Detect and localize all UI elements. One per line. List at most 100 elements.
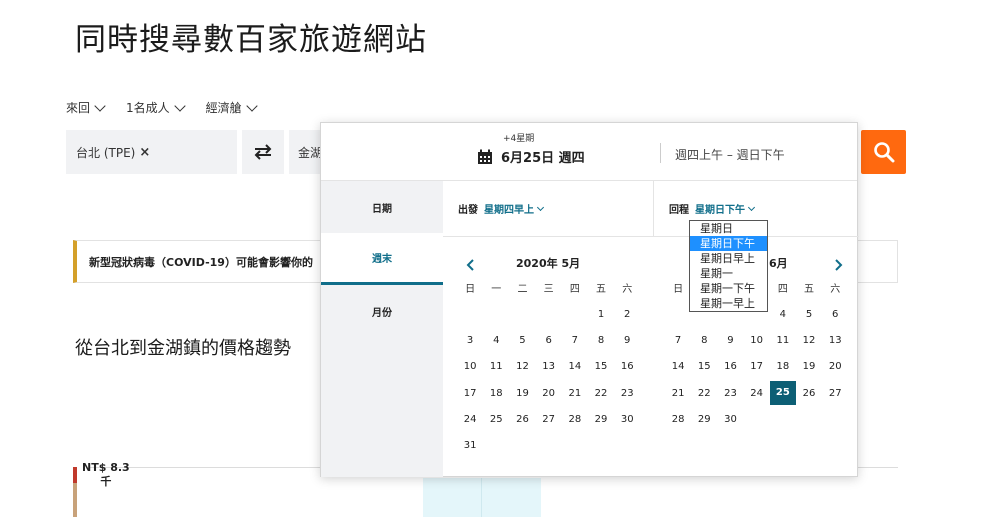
calendar-day[interactable]: 19	[509, 388, 535, 399]
calendar-day[interactable]: 14	[562, 361, 588, 372]
calendar-day[interactable]: 12	[509, 361, 535, 372]
dropdown-option[interactable]: 星期一下午	[690, 281, 767, 296]
tab-weekend-label: 週末	[372, 254, 392, 265]
calendar-day[interactable]: 24	[744, 388, 770, 399]
tab-dates[interactable]: 日期	[321, 181, 443, 233]
calendar-day[interactable]: 23	[717, 388, 743, 399]
calendar-day[interactable]: 3	[457, 335, 483, 346]
dropdown-option[interactable]: 星期一	[690, 266, 767, 281]
calendar-day[interactable]: 5	[509, 335, 535, 346]
destination-value: 金湖	[298, 145, 323, 160]
calendar-day[interactable]: 7	[562, 335, 588, 346]
calendar-day[interactable]: 16	[717, 361, 743, 372]
calendar-day[interactable]: 8	[691, 335, 717, 346]
return-time-dropdown-list: 星期日 星期日下午 星期日早上 星期一 星期一下午 星期一早上	[689, 220, 768, 312]
travelers-dropdown[interactable]: 1名成人	[126, 99, 186, 116]
chevron-down-icon	[173, 99, 186, 112]
calendar-day[interactable]: 18	[770, 361, 796, 372]
calendar-day[interactable]: 10	[457, 361, 483, 372]
calendar-day[interactable]: 17	[744, 361, 770, 372]
calendar-day[interactable]: 11	[770, 335, 796, 346]
calendar-day[interactable]: 22	[691, 388, 717, 399]
calendar-day[interactable]: 23	[614, 388, 640, 399]
dropdown-option[interactable]: 星期日早上	[690, 251, 767, 266]
divider	[653, 181, 654, 236]
calendar-day[interactable]: 27	[822, 388, 848, 399]
dropdown-option[interactable]: 星期一早上	[690, 296, 767, 311]
search-icon	[873, 142, 894, 163]
next-month-button[interactable]	[832, 256, 844, 271]
calendar-day[interactable]: 25	[769, 381, 796, 406]
calendar-day[interactable]: 9	[717, 335, 743, 346]
chevron-down-icon	[246, 99, 258, 112]
depart-time-value: 星期四早上	[484, 205, 534, 216]
weekday-label: 日	[465, 283, 476, 295]
calendar-day[interactable]: 27	[536, 414, 562, 425]
calendar-day[interactable]: 14	[665, 361, 691, 372]
calendar-day[interactable]: 13	[822, 335, 848, 346]
calendar-day[interactable]: 1	[588, 309, 614, 320]
calendar-day[interactable]: 26	[509, 414, 535, 425]
calendar-day[interactable]: 5	[796, 309, 822, 320]
calendar-day[interactable]: 13	[536, 361, 562, 372]
calendar-day[interactable]: 9	[614, 335, 640, 346]
calendar-week: 12	[457, 301, 640, 327]
search-button[interactable]	[861, 130, 906, 174]
calendar-day[interactable]: 21	[562, 388, 588, 399]
remove-origin-icon[interactable]: ×	[139, 145, 150, 160]
travelers-label: 1名成人	[126, 101, 170, 115]
calendar-day[interactable]: 19	[796, 361, 822, 372]
calendar-icon	[478, 149, 492, 164]
calendar-day[interactable]: 26	[796, 388, 822, 399]
weekday-header: 日一二三四五六	[457, 277, 640, 297]
chevron-down-icon	[94, 99, 106, 112]
calendar-day[interactable]: 6	[822, 309, 848, 320]
calendar-day[interactable]: 21	[665, 388, 691, 399]
calendar-day[interactable]: 6	[536, 335, 562, 346]
calendar-day[interactable]: 24	[457, 414, 483, 425]
calendar-day[interactable]: 10	[744, 335, 770, 346]
calendar-day[interactable]: 15	[588, 361, 614, 372]
calendar-day[interactable]: 8	[588, 335, 614, 346]
header-divider	[660, 143, 661, 163]
calendar-day[interactable]: 17	[457, 388, 483, 399]
calendar-day[interactable]: 22	[588, 388, 614, 399]
trip-type-dropdown[interactable]: 來回	[66, 99, 106, 116]
weekday-label: 六	[830, 283, 841, 295]
calendar-day[interactable]: 29	[588, 414, 614, 425]
calendar-day[interactable]: 7	[665, 335, 691, 346]
dropdown-option[interactable]: 星期日下午	[690, 236, 767, 251]
calendar-day[interactable]: 4	[770, 309, 796, 320]
calendar-day[interactable]: 31	[457, 440, 483, 451]
calendar-day[interactable]: 29	[691, 414, 717, 425]
calendar-day[interactable]: 2	[614, 309, 640, 320]
prev-month-button[interactable]	[465, 256, 477, 271]
weekday-label: 二	[517, 283, 528, 295]
calendar-day[interactable]: 28	[665, 414, 691, 425]
return-range-display[interactable]: 週四上午 – 週日下午	[675, 146, 785, 163]
covid-notice-text: 新型冠狀病毒（COVID-19）可能會影響你的	[89, 255, 313, 269]
calendar-day[interactable]: 4	[483, 335, 509, 346]
calendar-day[interactable]: 28	[562, 414, 588, 425]
calendar-day[interactable]: 11	[483, 361, 509, 372]
calendar-day[interactable]: 30	[614, 414, 640, 425]
calendar-day[interactable]: 16	[614, 361, 640, 372]
depart-time-select[interactable]: 星期四早上	[484, 201, 545, 216]
calendar-day[interactable]: 20	[536, 388, 562, 399]
swap-button[interactable]	[242, 130, 284, 174]
tab-weekend[interactable]: 週末	[321, 233, 443, 285]
calendar-day[interactable]: 30	[717, 414, 743, 425]
calendar-day[interactable]: 15	[691, 361, 717, 372]
chart-y-label: NT$ 8.3 千	[82, 461, 130, 489]
calendar-week: 28 29 30	[665, 406, 848, 432]
calendar-day[interactable]: 18	[483, 388, 509, 399]
calendar-day[interactable]: 25	[483, 414, 509, 425]
calendar-day[interactable]: 20	[822, 361, 848, 372]
date-picker-header: +4星期 6月25日 週四 週四上午 – 週日下午	[321, 123, 857, 181]
cabin-dropdown[interactable]: 經濟艙	[206, 99, 258, 116]
return-time-select[interactable]: 星期日下午	[695, 201, 756, 216]
calendar-day[interactable]: 12	[796, 335, 822, 346]
tab-months[interactable]: 月份	[321, 285, 443, 337]
dropdown-option[interactable]: 星期日	[690, 221, 767, 236]
origin-field[interactable]: 台北 (TPE) ×	[66, 130, 237, 174]
